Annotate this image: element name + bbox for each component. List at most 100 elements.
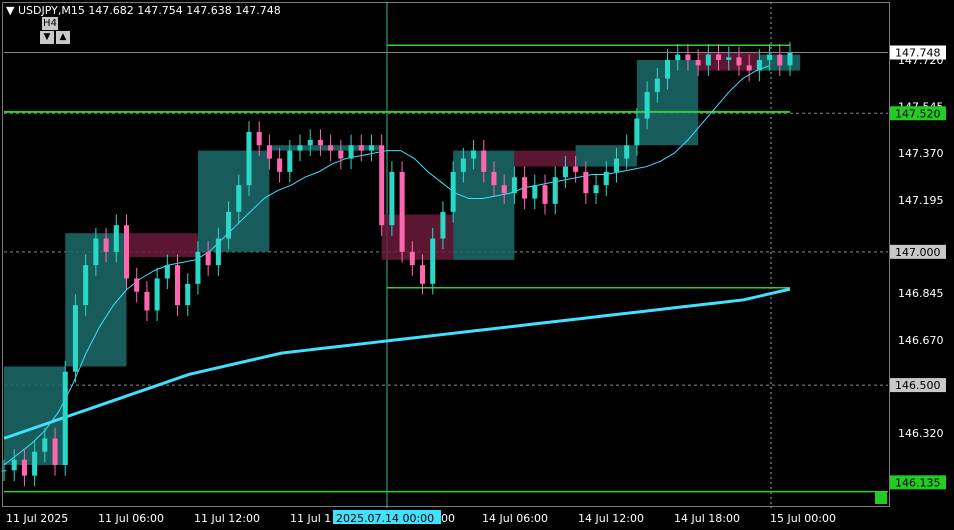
menu-triangle-icon[interactable]: ▼ (6, 4, 14, 17)
price-label: 146.135 (895, 476, 941, 489)
candle-body (215, 238, 221, 266)
candle-body (542, 185, 548, 204)
candle-body (307, 139, 313, 146)
candle-body (613, 158, 619, 172)
candle-body (113, 225, 119, 252)
candle-body (726, 57, 732, 60)
candle-body (338, 150, 344, 159)
candle-body (328, 145, 334, 151)
price-tick-label: 146.320 (898, 427, 944, 440)
candle-body (767, 54, 773, 60)
time-axis-label: 15 Jul 00:00 (770, 512, 836, 525)
candle-body (603, 171, 609, 186)
candle-body (11, 459, 17, 471)
h4-candle-box (126, 233, 198, 258)
h4-candle-box (269, 145, 382, 151)
candle-body (277, 158, 283, 172)
candle-body (42, 438, 48, 452)
candle-body (185, 283, 191, 306)
candle-body (83, 265, 89, 306)
ohlc-values: 147.682 147.754 147.638 147.748 (88, 4, 281, 17)
candle-body (348, 145, 354, 159)
candle-body (746, 65, 752, 71)
time-axis-label: 11 Jul 1 (290, 512, 331, 525)
candle-body (62, 371, 68, 466)
price-tick-label: 147.370 (898, 147, 944, 160)
candle-body (317, 139, 323, 146)
candle-body (420, 265, 426, 284)
h4-candle-box (514, 150, 576, 167)
candle-body (716, 54, 722, 60)
candle-body (103, 238, 109, 252)
candle-body (777, 54, 783, 66)
time-axis-label: 14 Jul 12:00 (578, 512, 644, 525)
candle-body (287, 150, 293, 172)
candle-body (624, 145, 630, 159)
crosshair-time-label: 2025.07.14 00:00 (336, 512, 434, 525)
symbol-label: USDJPY,M15 (17, 4, 85, 17)
candle-body (593, 185, 599, 194)
price-tick-label: 146.845 (898, 287, 944, 300)
candle-body (52, 438, 58, 466)
timeframe-label: H4 (42, 17, 58, 30)
candle-body (675, 54, 681, 60)
candle-body (144, 291, 150, 311)
candle-body (32, 451, 38, 476)
candle-body (368, 145, 374, 151)
candle-body (501, 185, 507, 194)
candle-body (93, 238, 99, 266)
candle-body (634, 118, 640, 146)
time-axis-label: 11 Jul 06:00 (98, 512, 164, 525)
chart-title: ▼ USDJPY,M15 147.682 147.754 147.638 147… (6, 4, 281, 17)
time-axis-label: 14 Jul 18:00 (674, 512, 740, 525)
candle-body (440, 211, 446, 239)
candle-body (72, 305, 78, 372)
candle-body (736, 57, 742, 66)
timeframe-up-button[interactable]: ▲ (56, 31, 70, 44)
candle-body (787, 52, 793, 66)
timeframe-down-button[interactable]: ▼ (40, 31, 54, 44)
candle-body (664, 59, 671, 79)
candle-body (21, 459, 27, 476)
candle-body (399, 171, 405, 252)
candle-body (123, 225, 130, 279)
autoscroll-icon[interactable] (875, 492, 887, 504)
price-label: 146.500 (895, 379, 941, 392)
timeframe-control: H4 ▼ ▲ (38, 17, 70, 45)
candle-body (389, 171, 395, 226)
time-axis-label: 11 Jul 2025 (6, 512, 68, 525)
price-chart[interactable]: 147.720147.545147.370147.195146.845146.6… (0, 0, 954, 530)
crosshair-time-suffix: 00 (441, 512, 455, 525)
candle-body (695, 59, 701, 66)
candle-body (266, 145, 272, 159)
price-label: 147.000 (895, 246, 941, 259)
price-tick-label: 146.670 (898, 334, 944, 347)
candle-body (164, 265, 170, 279)
time-axis-label: 11 Jul 12:00 (194, 512, 260, 525)
candle-body (705, 54, 711, 66)
candle-body (583, 171, 589, 194)
candle-body (685, 54, 691, 60)
candle-body (379, 145, 385, 226)
candle-body (562, 166, 568, 178)
candle-body (358, 145, 364, 151)
candle-body (644, 91, 650, 119)
time-axis-label: 14 Jul 06:00 (482, 512, 548, 525)
candle-body (532, 185, 538, 199)
candle-body (511, 177, 517, 194)
candle-body (175, 265, 181, 306)
candle-body (460, 158, 466, 172)
candle-body (430, 238, 436, 284)
candle-body (471, 150, 477, 159)
price-tick-label: 147.195 (898, 194, 944, 207)
candle-body (134, 278, 140, 292)
candle-body (450, 171, 456, 212)
price-label: 147.520 (895, 107, 941, 120)
candle-body (552, 177, 558, 204)
candle-body (491, 171, 497, 186)
candle-body (409, 251, 415, 266)
candle-body (654, 78, 660, 92)
candle-body (256, 131, 262, 146)
candle-body (226, 211, 232, 239)
candle-body (573, 166, 579, 172)
